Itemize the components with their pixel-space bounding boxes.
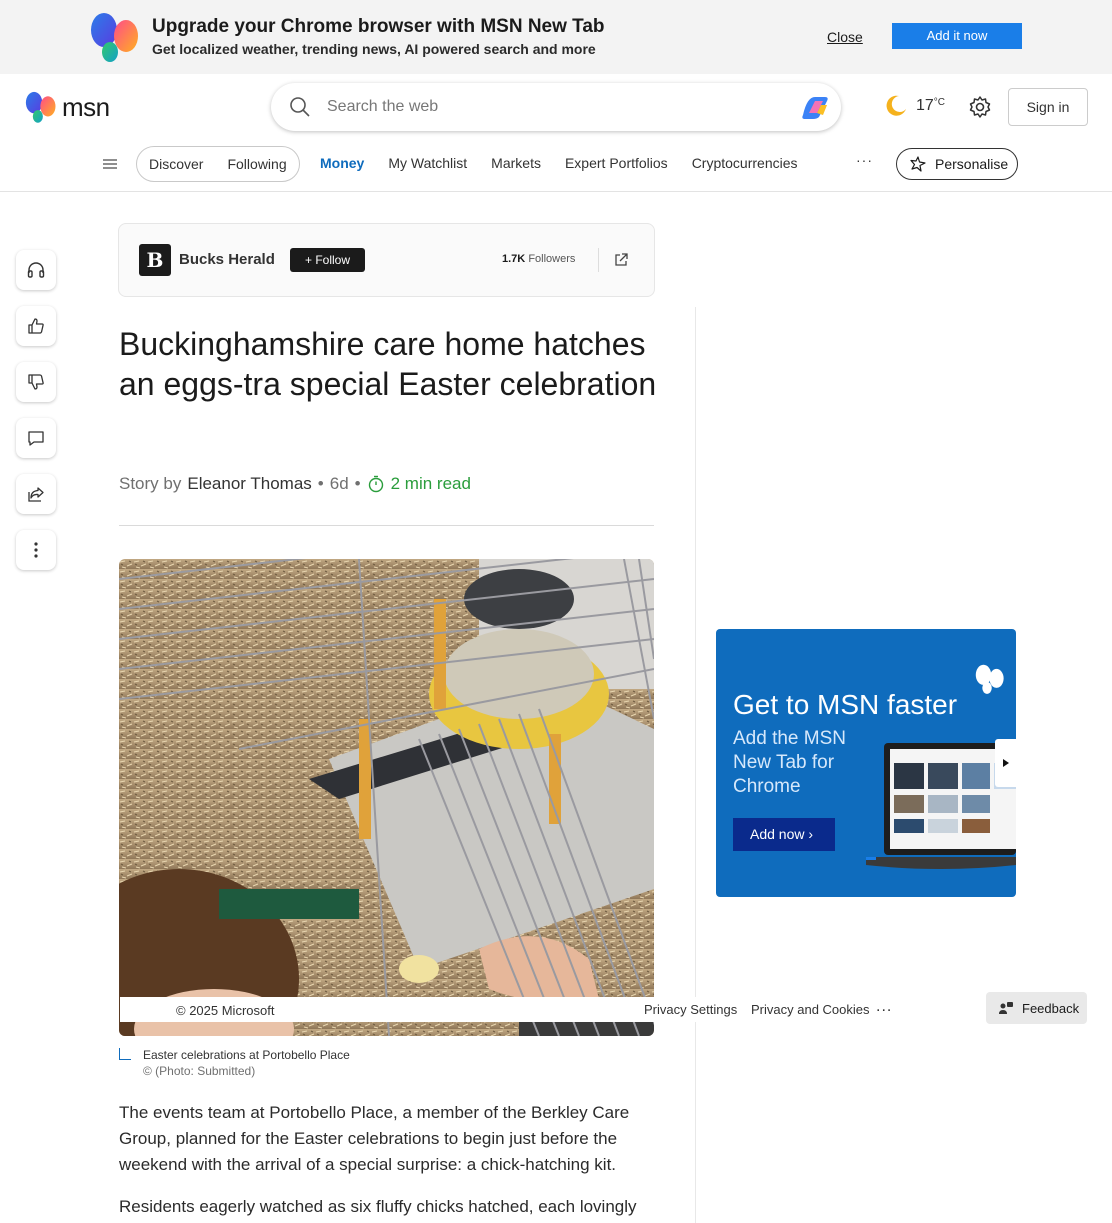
- sparkle-icon: [910, 156, 926, 172]
- publisher-name[interactable]: Bucks Herald: [179, 251, 275, 268]
- ad-subtitle: Add the MSN New Tab for Chrome: [733, 728, 846, 797]
- moon-icon: [886, 95, 906, 116]
- ad-add-now-button[interactable]: Add now ›: [733, 818, 835, 851]
- sign-in-button[interactable]: Sign in: [1008, 88, 1088, 126]
- article-photo[interactable]: [119, 559, 654, 1036]
- comment-icon: [28, 431, 44, 446]
- listen-button[interactable]: [16, 250, 56, 290]
- share-icon: [28, 487, 44, 502]
- share-button[interactable]: [16, 474, 56, 514]
- gear-icon[interactable]: [968, 95, 992, 119]
- like-button[interactable]: [16, 306, 56, 346]
- divider: [119, 525, 654, 526]
- hamburger-menu-icon[interactable]: [102, 157, 118, 171]
- article-paragraph: The events team at Portobello Place, a m…: [119, 1103, 630, 1174]
- tab-following[interactable]: Following: [227, 156, 286, 172]
- copilot-icon[interactable]: [799, 93, 831, 121]
- privacy-cookies-link[interactable]: Privacy and Cookies: [751, 1002, 870, 1017]
- author-name[interactable]: Eleanor Thomas: [187, 474, 311, 494]
- weather-temperature: 17°C: [916, 97, 946, 114]
- nav-markets[interactable]: Markets: [491, 155, 541, 171]
- feed-toggle: Discover Following: [136, 146, 300, 182]
- feedback-label: Feedback: [1022, 1000, 1080, 1016]
- thumbs-down-icon: [28, 374, 44, 390]
- msn-logo[interactable]: msn: [24, 90, 110, 124]
- divider: [598, 248, 599, 272]
- external-link-icon[interactable]: [613, 252, 629, 268]
- search-icon: [290, 97, 310, 117]
- article-headline: Buckinghamshire care home hatches an egg…: [119, 326, 657, 402]
- privacy-settings-link[interactable]: Privacy Settings: [644, 1002, 737, 1017]
- photo-caption: Easter celebrations at Portobello Place: [143, 1048, 350, 1062]
- article-age: 6d: [329, 474, 349, 493]
- play-arrow-icon: [1002, 759, 1009, 767]
- story-by-label: Story by: [119, 474, 182, 493]
- nav-money[interactable]: Money: [320, 155, 364, 171]
- article-paragraph: Residents eagerly watched as six fluffy …: [119, 1197, 637, 1216]
- brand-wordmark: msn: [62, 91, 110, 122]
- msn-butterfly-icon: [91, 13, 138, 62]
- dislike-button[interactable]: [16, 362, 56, 402]
- comment-button[interactable]: [16, 418, 56, 458]
- followers-count: 1.7K Followers: [502, 253, 576, 265]
- more-vertical-icon: [34, 542, 38, 558]
- caption-marker: [119, 1048, 131, 1060]
- timer-icon: [368, 475, 383, 493]
- follow-button[interactable]: + Follow: [290, 248, 365, 272]
- publisher-logo[interactable]: B: [139, 244, 171, 276]
- tab-discover[interactable]: Discover: [149, 156, 203, 172]
- headphones-icon: [27, 262, 45, 278]
- footer-more-button[interactable]: ...: [876, 998, 892, 1016]
- top-nav: Discover Following Money My Watchlist Ma…: [0, 146, 1112, 192]
- promo-banner: Upgrade your Chrome browser with MSN New…: [0, 0, 1112, 74]
- search-input[interactable]: [327, 95, 787, 119]
- nav-cryptocurrencies[interactable]: Cryptocurrencies: [692, 155, 798, 171]
- promo-title: Upgrade your Chrome browser with MSN New…: [152, 16, 605, 37]
- msn-butterfly-icon: [25, 91, 56, 123]
- nav-expert-portfolios[interactable]: Expert Portfolios: [565, 155, 668, 171]
- photo-credit: © (Photo: Submitted): [143, 1064, 256, 1078]
- nav-my-watchlist[interactable]: My Watchlist: [388, 155, 467, 171]
- read-time: 2 min read: [390, 474, 471, 493]
- weather-widget[interactable]: 17°C: [884, 94, 945, 118]
- copyright: © 2025 Microsoft: [176, 1003, 275, 1018]
- feedback-icon: [999, 1002, 1013, 1014]
- laptop-illustration: [866, 743, 1016, 869]
- publisher-card: B Bucks Herald + Follow 1.7K Followers: [118, 223, 655, 297]
- search-box[interactable]: [271, 83, 841, 131]
- more-options-button[interactable]: [16, 530, 56, 570]
- ad-banner[interactable]: Get to MSN faster Add the MSN New Tab fo…: [716, 629, 1016, 897]
- promo-subtitle: Get localized weather, trending news, AI…: [152, 41, 596, 57]
- thumbs-up-icon: [28, 318, 44, 334]
- msn-butterfly-white-icon: [975, 664, 1004, 694]
- personalise-button[interactable]: Personalise: [896, 148, 1018, 180]
- category-nav: Money My Watchlist Markets Expert Portfo…: [320, 155, 798, 171]
- promo-add-button[interactable]: Add it now: [892, 23, 1022, 49]
- column-divider: [695, 307, 696, 1223]
- feedback-button[interactable]: Feedback: [986, 992, 1087, 1024]
- ad-next-button[interactable]: [995, 739, 1016, 787]
- promo-close-button[interactable]: Close: [827, 29, 863, 45]
- personalise-label: Personalise: [935, 156, 1009, 172]
- byline: Story by Eleanor Thomas • 6d • 2 min rea…: [119, 474, 471, 494]
- ad-title: Get to MSN faster: [733, 689, 958, 720]
- nav-more-button[interactable]: ···: [856, 152, 873, 168]
